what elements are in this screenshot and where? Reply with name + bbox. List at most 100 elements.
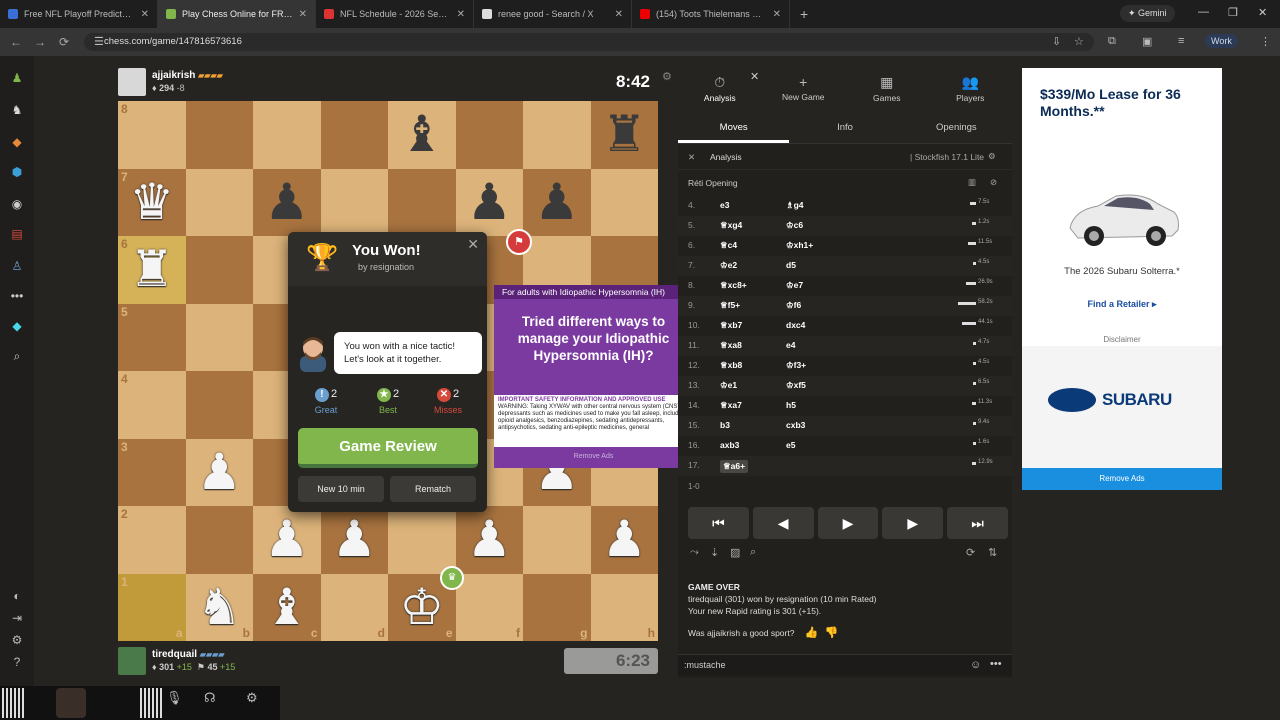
board-square[interactable] <box>523 506 591 574</box>
black-move[interactable]: ♔xh1+ <box>786 240 813 251</box>
white-move[interactable]: ♕xa8 <box>720 340 742 351</box>
board-square[interactable] <box>185 506 253 574</box>
white-move[interactable]: ♕c4 <box>720 240 737 251</box>
headphones-icon[interactable]: ☊ <box>204 690 216 706</box>
last-move-button[interactable]: ⏭ <box>947 507 1008 539</box>
ad-footer[interactable]: Please see full Prescribing Information … <box>498 441 647 447</box>
board-square[interactable]: 4 <box>118 371 186 439</box>
social-icon[interactable]: ▤ <box>9 226 25 242</box>
board-square[interactable] <box>523 101 591 169</box>
new-tab-icon[interactable]: + <box>790 6 818 22</box>
board-square[interactable]: ♟ <box>253 506 321 574</box>
board-square[interactable] <box>185 236 253 304</box>
black-move[interactable]: ♔f3+ <box>786 360 806 371</box>
white-move[interactable]: ♕xb7 <box>720 320 742 331</box>
bookmark-star-icon[interactable]: ☆ <box>1074 35 1084 48</box>
download-icon[interactable]: ⇣ <box>710 546 719 559</box>
help-icon[interactable]: ? <box>9 654 25 670</box>
tab-close-icon[interactable]: ✕ <box>615 9 623 20</box>
white-move[interactable]: ♕a6+ <box>720 460 749 473</box>
search-icon[interactable]: ⌕ <box>9 348 25 364</box>
top-player-avatar[interactable] <box>118 68 146 96</box>
rematch-button[interactable]: Rematch <box>390 476 476 502</box>
black-move[interactable]: h5 <box>786 400 796 410</box>
opening-clear-icon[interactable]: ⊘ <box>990 177 997 188</box>
overlay-remove-ads-link[interactable]: Remove Ads <box>494 453 693 460</box>
browser-tab[interactable]: Free NFL Playoff Predictor & Sc ✕ <box>0 0 158 28</box>
board-square[interactable]: b ♞ <box>185 573 253 641</box>
board-square[interactable]: ♟ <box>455 506 523 574</box>
reload-icon[interactable]: ⟳ <box>52 35 76 49</box>
chess-pawn-logo-icon[interactable]: ♟ <box>9 70 25 86</box>
close-window-icon[interactable]: ✕ <box>1258 6 1267 19</box>
browser-tab[interactable]: renee good - Search / X ✕ <box>474 0 632 28</box>
back-icon[interactable]: ← <box>4 35 28 49</box>
black-move[interactable]: e5 <box>786 440 795 450</box>
thumbs-up-icon[interactable]: 👍 <box>805 627 819 639</box>
board-square[interactable]: ♟ <box>523 168 591 236</box>
white-piece-icon[interactable]: ♟ <box>467 511 512 567</box>
close-analysis-icon[interactable]: ✕ <box>750 70 759 83</box>
remove-ads-button[interactable]: Remove Ads <box>1022 468 1222 490</box>
board-square[interactable]: ♟ <box>590 506 658 574</box>
board-square[interactable] <box>185 101 253 169</box>
url-field[interactable]: chess.com/game/147816573616 <box>84 33 1094 51</box>
white-move[interactable]: ♕xb8 <box>720 360 742 371</box>
tab-players[interactable]: 👥 Players <box>929 68 1013 114</box>
black-move[interactable]: ♔c6 <box>786 220 803 231</box>
browser-tab[interactable]: (154) Toots Thielemans & Ti ✕ <box>632 0 790 28</box>
forward-icon[interactable]: → <box>28 35 52 49</box>
browser-tab[interactable]: Play Chess Online for FREE - 2 P ✕ <box>158 0 316 28</box>
first-move-button[interactable]: ⏮ <box>688 507 749 539</box>
white-piece-icon[interactable]: ♝ <box>264 579 309 635</box>
refresh-icon[interactable]: ⟳ <box>966 546 975 559</box>
image-icon[interactable]: ▨ <box>730 546 740 559</box>
black-move[interactable]: d5 <box>786 260 796 270</box>
settings-gear-icon[interactable]: ⚙ <box>9 632 25 648</box>
white-move[interactable]: ♕xc8+ <box>720 280 747 291</box>
site-info-icon[interactable]: ☰ <box>94 35 104 48</box>
board-square[interactable]: ♟ <box>253 168 321 236</box>
board-square[interactable]: 3 <box>118 438 186 506</box>
zoom-icon[interactable]: ⌕ <box>750 546 756 559</box>
board-square[interactable]: ♟ <box>320 506 388 574</box>
white-move[interactable]: ♔e1 <box>720 380 737 391</box>
puzzles-icon[interactable]: ♞ <box>9 102 25 118</box>
white-piece-icon[interactable]: ♟ <box>264 511 309 567</box>
white-move[interactable]: b3 <box>720 420 730 430</box>
board-square[interactable] <box>185 371 253 439</box>
black-piece-icon[interactable]: ♟ <box>264 174 309 230</box>
black-move[interactable]: cxb3 <box>786 420 805 430</box>
close-modal-icon[interactable]: ✕ <box>467 236 479 253</box>
bottom-player-avatar[interactable] <box>118 647 146 675</box>
find-retailer-link[interactable]: Find a Retailer ▸ <box>1022 299 1222 310</box>
board-square[interactable]: ♝ <box>388 101 456 169</box>
board-settings-icon[interactable]: ⚙ <box>662 70 672 83</box>
black-move[interactable]: e4 <box>786 340 795 350</box>
board-square[interactable]: ♟ <box>455 168 523 236</box>
tab-close-icon[interactable]: ✕ <box>457 9 465 20</box>
board-square[interactable]: d <box>320 573 388 641</box>
board-square[interactable] <box>253 101 321 169</box>
tab-new-game[interactable]: + New Game <box>762 68 846 114</box>
black-move[interactable]: ♗g4 <box>786 200 804 211</box>
white-move[interactable]: ♔e2 <box>720 260 737 271</box>
engine-settings-icon[interactable]: ⚙ <box>988 151 996 162</box>
white-move[interactable]: ♕f5+ <box>720 300 740 311</box>
board-square[interactable]: 5 <box>118 303 186 371</box>
white-piece-icon[interactable]: ♟ <box>197 444 242 500</box>
ad-disclaimer-link[interactable]: Disclaimer <box>1022 335 1222 344</box>
share-icon[interactable]: ⤳ <box>690 546 699 559</box>
tab-close-icon[interactable]: ✕ <box>141 9 149 20</box>
flip-board-icon[interactable]: ⇅ <box>988 546 997 559</box>
emoji-icon[interactable]: ☺ <box>970 659 981 671</box>
black-piece-icon[interactable]: ♝ <box>399 106 444 162</box>
board-square[interactable] <box>320 168 388 236</box>
board-square[interactable]: 8 <box>118 101 186 169</box>
learn-icon[interactable]: ◆ <box>9 134 25 150</box>
white-piece-icon[interactable]: ♜ <box>129 241 174 297</box>
theme-toggle-icon[interactable]: ◐ <box>9 588 25 604</box>
tab-analysis[interactable]: ⏱ Analysis <box>678 68 762 114</box>
board-square[interactable]: ♟ <box>185 438 253 506</box>
white-move[interactable]: e3 <box>720 200 729 210</box>
